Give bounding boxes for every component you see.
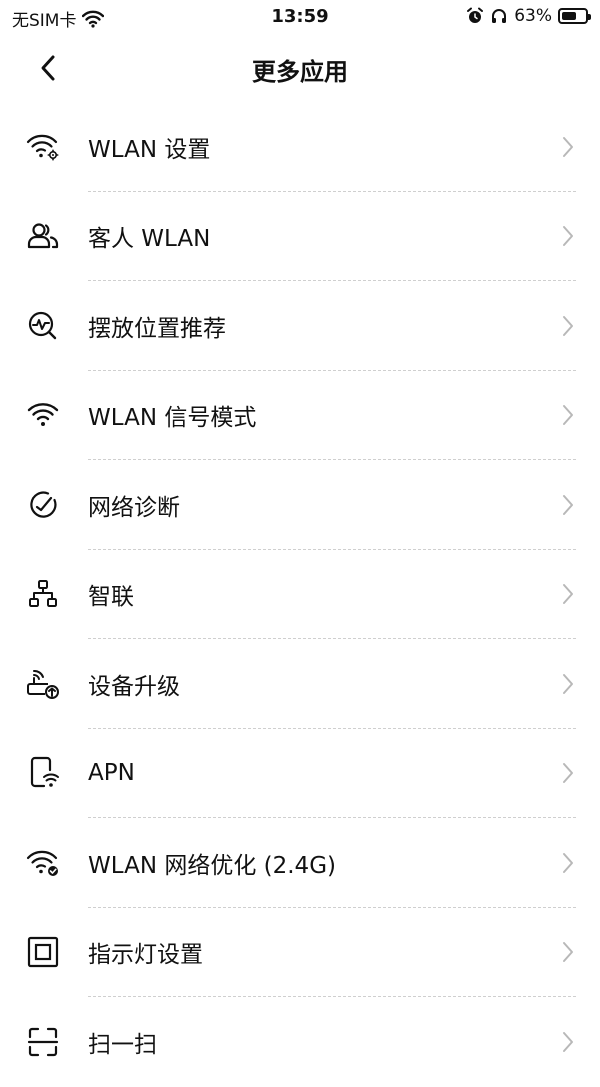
chevron-right-icon (563, 673, 573, 694)
list-item-network-diagnosis[interactable]: 网络诊断 (0, 460, 600, 550)
list-item-label: 指示灯设置 (88, 942, 203, 969)
chevron-right-icon (563, 315, 573, 336)
list-item-label: 扫一扫 (88, 1031, 157, 1058)
indicator-light-icon (26, 935, 60, 969)
chevron-right-icon (563, 1031, 573, 1052)
phone-wifi-icon (26, 756, 60, 790)
list-item-guest-wlan[interactable]: 客人 WLAN (0, 192, 600, 281)
alarm-clock-icon (466, 7, 484, 25)
list-item-indicator-light[interactable]: 指示灯设置 (0, 908, 600, 997)
wifi-check-icon (26, 846, 60, 880)
chevron-right-icon (563, 136, 573, 157)
list-item-label: 设备升级 (88, 673, 180, 700)
chevron-right-icon (563, 226, 573, 247)
status-right: 63% (466, 6, 591, 26)
page-title: 更多应用 (252, 58, 348, 86)
chevron-right-icon (563, 584, 573, 605)
battery-percent: 63% (514, 6, 552, 26)
chevron-right-icon (563, 494, 573, 515)
placement-search-icon (26, 309, 60, 343)
guest-users-icon (26, 219, 60, 253)
router-upgrade-icon (26, 667, 60, 701)
list-item-wlan-optimization[interactable]: WLAN 网络优化 (2.4G) (0, 818, 600, 908)
wifi-icon (26, 398, 60, 432)
list-item-label: 网络诊断 (88, 494, 180, 521)
list-item-label: 智联 (88, 584, 134, 611)
battery-icon (558, 8, 591, 24)
list-item-label: APN (88, 760, 135, 787)
list-item-label: WLAN 网络优化 (2.4G) (88, 852, 336, 879)
list-item-label: WLAN 信号模式 (88, 405, 257, 432)
list-item-placement-recommendation[interactable]: 摆放位置推荐 (0, 281, 600, 371)
wifi-settings-icon (26, 130, 60, 164)
chevron-right-icon (563, 852, 573, 873)
list-item-label: WLAN 设置 (88, 136, 211, 163)
battery-fill (562, 12, 576, 20)
list-item-apn[interactable]: APN (0, 729, 600, 818)
network-topology-icon (26, 577, 60, 611)
list-item-wlan-signal-mode[interactable]: WLAN 信号模式 (0, 371, 600, 460)
list-item-label: 摆放位置推荐 (88, 315, 226, 342)
app-list: WLAN 设置 客人 WLAN 摆放位置推荐 WLAN 信号模式 网络诊断 智联… (0, 102, 600, 1087)
scan-icon (26, 1025, 60, 1059)
list-item-wlan-settings[interactable]: WLAN 设置 (0, 102, 600, 192)
list-item-device-upgrade[interactable]: 设备升级 (0, 639, 600, 729)
status-bar: 无SIM卡 13:59 63% (0, 0, 600, 36)
list-item-scan[interactable]: 扫一扫 (0, 997, 600, 1087)
chevron-right-icon (563, 405, 573, 426)
headphones-icon (490, 7, 508, 25)
chevron-right-icon (563, 763, 573, 784)
list-item-label: 客人 WLAN (88, 226, 211, 253)
diagnosis-gauge-icon (26, 488, 60, 522)
nav-bar: 更多应用 (0, 36, 600, 100)
list-item-smart-link[interactable]: 智联 (0, 550, 600, 639)
chevron-right-icon (563, 942, 573, 963)
